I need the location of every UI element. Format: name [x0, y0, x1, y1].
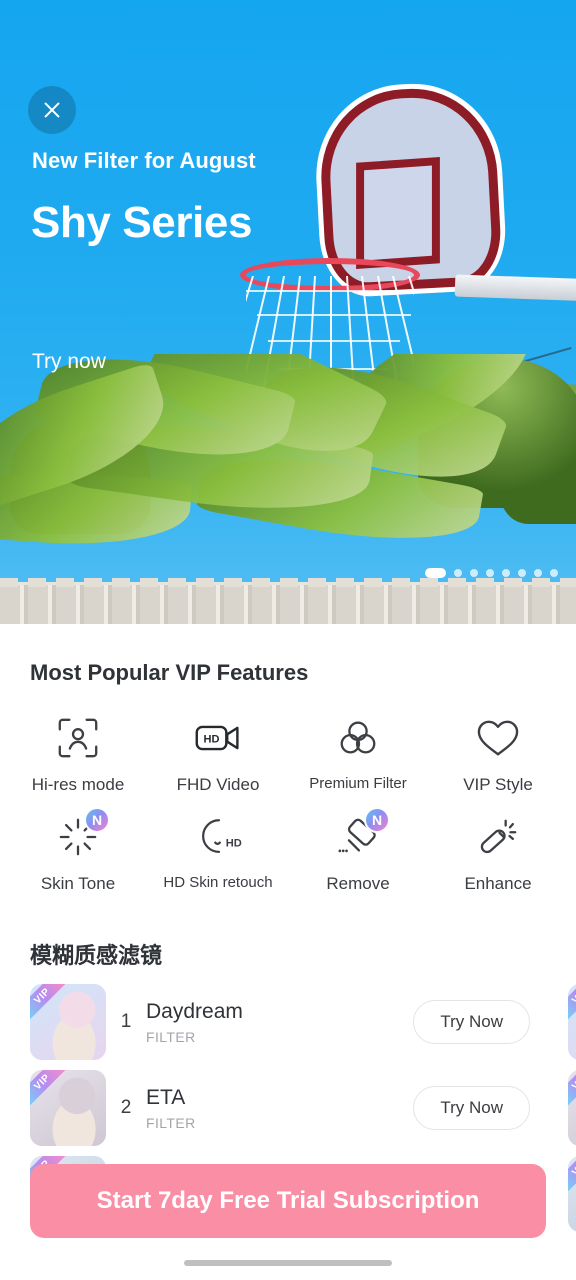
- vip-feature-label: VIP Style: [463, 775, 533, 794]
- vip-feature-enhance[interactable]: Enhance: [428, 809, 568, 894]
- vip-feature-premium-filter[interactable]: Premium Filter: [288, 710, 428, 795]
- filter-rank: 1: [120, 1011, 132, 1032]
- svg-text:HD: HD: [204, 734, 220, 746]
- vip-feature-label: Remove: [326, 874, 390, 893]
- filter-thumbnail[interactable]: VIP: [30, 1070, 106, 1146]
- filter-name: Daydream: [146, 1000, 243, 1024]
- vip-feature-grid: Hi-res mode HD FHD Video Premium Filter V…: [0, 710, 576, 894]
- pagination-dot[interactable]: [534, 569, 542, 577]
- filter-subtitle: FILTER: [146, 1114, 196, 1131]
- face-hd-icon: HD: [190, 809, 246, 865]
- pagination-dot[interactable]: [486, 569, 494, 577]
- filter-thumbnail[interactable]: VIP: [30, 984, 106, 1060]
- pagination-dot[interactable]: [502, 569, 510, 577]
- start-free-trial-button[interactable]: Start 7day Free Trial Subscription: [30, 1164, 546, 1238]
- vip-feature-label: HD Skin retouch: [163, 874, 273, 891]
- vip-feature-remove[interactable]: N Remove: [288, 807, 428, 894]
- vip-feature-skin-tone[interactable]: N Skin Tone: [8, 807, 148, 894]
- vip-feature-hd-skin-retouch[interactable]: HD HD Skin retouch: [148, 809, 288, 894]
- portrait-focus-icon: [50, 710, 106, 766]
- filter-try-now-button[interactable]: Try Now: [413, 1000, 530, 1044]
- vip-features-section: Most Popular VIP Features Hi-res mode HD…: [0, 624, 576, 894]
- vip-feature-label: FHD Video: [176, 775, 260, 794]
- banner-kicker: New Filter for August: [32, 148, 256, 173]
- filter-list-item[interactable]: VIP4Try Now: [568, 984, 576, 1060]
- vip-feature-label: Enhance: [464, 874, 532, 893]
- new-badge: N: [364, 807, 390, 833]
- filter-name: ETA: [146, 1086, 186, 1110]
- filter-section-title: 模糊质感滤镜: [30, 943, 163, 968]
- eraser-icon: N: [330, 807, 390, 865]
- new-badge: N: [84, 807, 110, 833]
- filter-thumbnail[interactable]: VIP: [568, 1070, 576, 1146]
- heart-icon: [470, 710, 526, 766]
- vip-section-title: Most Popular VIP Features: [30, 660, 309, 685]
- pagination-dot[interactable]: [454, 569, 462, 577]
- pagination-dot[interactable]: [550, 569, 558, 577]
- filter-meta: ETA FILTER: [146, 1085, 413, 1130]
- filter-meta: Daydream FILTER: [146, 999, 413, 1044]
- vip-feature-label: Hi-res mode: [31, 775, 125, 794]
- filter-subtitle: FILTER: [146, 1028, 196, 1045]
- banner-overlay: New Filter for August Shy Series Try now: [0, 0, 576, 624]
- three-circles-filter-icon: [330, 710, 386, 766]
- close-icon: [44, 102, 60, 118]
- svg-text:HD: HD: [226, 837, 242, 849]
- vip-feature-label: Skin Tone: [40, 874, 116, 893]
- home-indicator: [184, 1260, 392, 1266]
- filter-thumbnail[interactable]: VIP: [568, 984, 576, 1060]
- banner-title: Shy Series: [31, 198, 253, 247]
- filter-list-item[interactable]: VIP5Try Now: [568, 1070, 576, 1146]
- sparkle-burst-icon: N: [50, 807, 110, 865]
- magic-wand-icon: [470, 809, 526, 865]
- hd-video-camera-icon: HD: [190, 710, 246, 766]
- filter-list-item[interactable]: VIP 2 ETA FILTER Try Now: [30, 1070, 546, 1146]
- filter-try-now-button[interactable]: Try Now: [413, 1086, 530, 1130]
- pagination-dot[interactable]: [518, 569, 526, 577]
- filter-rank: 2: [120, 1097, 132, 1118]
- vip-feature-hi-res-mode[interactable]: Hi-res mode: [8, 710, 148, 795]
- banner-try-now-link[interactable]: Try now: [32, 350, 106, 374]
- filter-list-item[interactable]: VIP 1 Daydream FILTER Try Now: [30, 984, 546, 1060]
- vip-feature-vip-style[interactable]: VIP Style: [428, 710, 568, 795]
- vip-feature-fhd-video[interactable]: HD FHD Video: [148, 710, 288, 795]
- promo-banner[interactable]: New Filter for August Shy Series Try now: [0, 0, 576, 624]
- banner-pagination[interactable]: [425, 568, 558, 578]
- pagination-dot[interactable]: [470, 569, 478, 577]
- vip-feature-label: Premium Filter: [309, 775, 407, 792]
- close-banner-button[interactable]: [28, 86, 76, 134]
- pagination-dot[interactable]: [425, 568, 446, 578]
- app-screen: New Filter for August Shy Series Try now…: [0, 0, 576, 1280]
- subscription-cta-bar: Start 7day Free Trial Subscription: [0, 1164, 576, 1238]
